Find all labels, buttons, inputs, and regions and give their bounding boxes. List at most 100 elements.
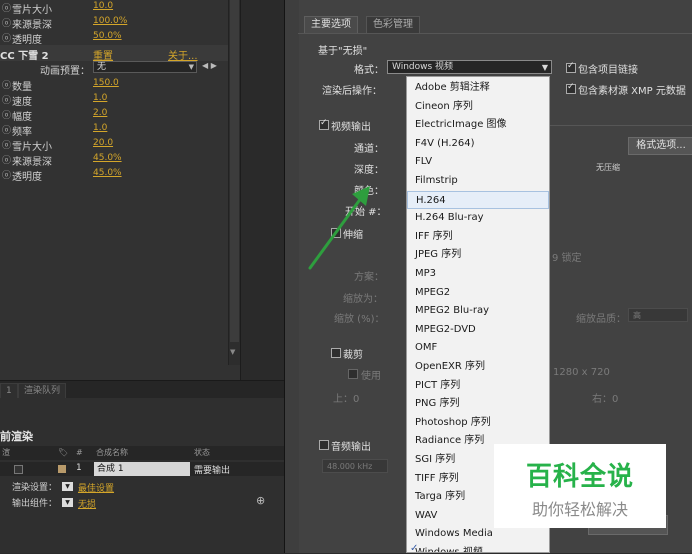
use-region-checkbox[interactable] (348, 369, 358, 379)
prop-row[interactable]: ⓞ 透明度 45.0% (0, 167, 240, 183)
tab-main-options[interactable]: 主要选项 (304, 16, 358, 33)
render-checkbox[interactable] (14, 465, 23, 474)
stopwatch-icon[interactable]: ⓞ (2, 16, 11, 29)
render-title: 前渲染 (0, 430, 33, 443)
prop-value[interactable]: 150.0 (93, 78, 119, 88)
about-link[interactable]: 关于... (168, 47, 198, 62)
prop-name: 雪片大小 (12, 142, 52, 153)
watermark-logo: 百科全说 助你轻松解决 (494, 444, 666, 528)
prop-row[interactable]: ⓞ 数量 150.0 (0, 77, 240, 93)
crop-top-field[interactable]: 上：0 (333, 390, 359, 405)
use-region-label: 使用 (361, 371, 381, 382)
after-render-label: 渲染后操作： (322, 86, 382, 97)
prop-value[interactable]: 45.0% (93, 153, 122, 163)
prop-value[interactable]: 45.0% (93, 168, 122, 178)
stretch-quality-select[interactable]: 高 (628, 308, 688, 322)
crop-right-field[interactable]: 右：0 (592, 390, 618, 405)
prop-name: 频率 (12, 127, 32, 138)
format-option[interactable]: Cineon 序列 (407, 98, 549, 116)
prop-value[interactable]: 1.0 (93, 93, 107, 103)
include-project-link-checkbox[interactable] (566, 61, 576, 73)
prop-value[interactable]: 20.0 (93, 138, 113, 148)
prop-value[interactable]: 100.0% (93, 16, 127, 26)
prop-value[interactable]: 2.0 (93, 108, 107, 118)
prop-value[interactable]: 1.0 (93, 123, 107, 133)
add-output-icon[interactable]: ⊕ (256, 494, 265, 507)
stopwatch-icon[interactable]: ⓞ (2, 138, 11, 151)
prop-row[interactable]: ⓞ 幅度 2.0 (0, 107, 240, 123)
prop-row[interactable]: ⓞ 来源景深 100.0% (0, 15, 240, 31)
audio-rate-select[interactable]: 48.000 kHz (322, 459, 388, 473)
format-option[interactable]: ElectricImage 图像 (407, 116, 549, 134)
prop-name: 透明度 (12, 35, 42, 46)
include-xmp-checkbox[interactable] (566, 82, 576, 94)
prop-row[interactable]: ⓞ 雪片大小 20.0 (0, 137, 240, 153)
stopwatch-icon[interactable]: ⓞ (2, 1, 11, 14)
stopwatch-icon[interactable]: ⓞ (2, 123, 11, 136)
prop-row[interactable]: ⓞ 透明度 50.0% (0, 30, 240, 46)
format-option[interactable]: JPEG 序列 (407, 246, 549, 264)
format-option[interactable]: F4V (H.264) (407, 135, 549, 153)
prop-row[interactable]: ⓞ 频率 1.0 (0, 122, 240, 138)
stopwatch-icon[interactable]: ⓞ (2, 78, 11, 91)
format-option[interactable]: OMF (407, 339, 549, 357)
effect-header[interactable]: CC 下雪 2 重置 关于... (0, 45, 240, 62)
format-option[interactable]: IFF 序列 (407, 228, 549, 246)
format-option[interactable]: Filmstrip (407, 172, 549, 190)
format-option[interactable]: Adobe 剪辑注释 (407, 79, 549, 97)
video-group-line (550, 125, 692, 126)
format-option[interactable]: H.264 Blu-ray (407, 209, 549, 227)
label-color-swatch[interactable] (58, 465, 66, 473)
format-option[interactable]: MPEG2 (407, 284, 549, 302)
crop-label: 裁剪 (343, 350, 363, 361)
render-queue-row[interactable]: 1 合成 1 需要输出 (0, 462, 284, 476)
format-select[interactable]: Windows 视频 ▼ (387, 60, 552, 74)
prop-value[interactable]: 10.0 (93, 1, 113, 11)
format-option-highlighted[interactable]: H.264 (407, 190, 549, 209)
render-settings-link[interactable]: 最佳设置 (78, 481, 114, 494)
scrollbar-thumb[interactable] (230, 0, 239, 342)
format-option[interactable]: Photoshop 序列 (407, 414, 549, 432)
tab-color-management[interactable]: 色彩管理 (366, 16, 420, 34)
tab-render-queue[interactable]: 渲染队列 (18, 383, 67, 399)
crop-size-label: 1280 x 720 (553, 367, 610, 378)
format-option[interactable]: PNG 序列 (407, 395, 549, 413)
tab-timeline[interactable]: 1 (0, 383, 18, 399)
output-module-label: 输出组件： (12, 499, 58, 509)
stretch-quality-value: 高 (633, 311, 641, 320)
format-option[interactable]: FLV (407, 153, 549, 171)
scroll-down-icon[interactable]: ▼ (230, 348, 235, 356)
prop-row[interactable]: ⓞ 来源景深 45.0% (0, 152, 240, 168)
col-comp-name: 合成名称 (96, 448, 128, 457)
prop-row[interactable]: ⓞ 速度 1.0 (0, 92, 240, 108)
stopwatch-icon[interactable]: ⓞ (2, 153, 11, 166)
audio-output-checkbox[interactable] (319, 440, 329, 450)
format-option[interactable]: PICT 序列 (407, 377, 549, 395)
format-option[interactable]: OpenEXR 序列 (407, 358, 549, 376)
stopwatch-icon[interactable]: ⓞ (2, 31, 11, 44)
prop-value[interactable]: 50.0% (93, 31, 122, 41)
preset-nav-arrows-icon[interactable]: ◀ ▶ (202, 61, 217, 70)
comp-name-cell[interactable]: 合成 1 (94, 462, 190, 476)
format-option[interactable]: MPEG2-DVD (407, 321, 549, 339)
video-output-checkbox[interactable] (319, 118, 329, 130)
output-module-link[interactable]: 无损 (78, 497, 96, 510)
format-options-button[interactable]: 格式选项... (628, 137, 692, 155)
include-project-link-label: 包含项目链接 (578, 65, 638, 76)
reset-link[interactable]: 重置 (93, 47, 113, 62)
render-settings-dropdown-icon[interactable]: ▼ (62, 482, 73, 491)
stopwatch-icon[interactable]: ⓞ (2, 168, 11, 181)
stopwatch-icon[interactable]: ⓞ (2, 93, 11, 106)
format-option-checked[interactable]: Windows 视频 (407, 544, 549, 552)
audio-rate-value: 48.000 kHz (327, 462, 373, 471)
video-output-label: 视频输出 (331, 122, 371, 133)
format-option[interactable]: Windows Media (407, 525, 549, 543)
preset-select[interactable]: 无 ▼ (93, 61, 197, 73)
prop-row[interactable]: ⓞ 雪片大小 10.0 (0, 0, 240, 16)
format-option[interactable]: MPEG2 Blu-ray (407, 302, 549, 320)
output-module-dropdown-icon[interactable]: ▼ (62, 498, 73, 507)
stopwatch-icon[interactable]: ⓞ (2, 108, 11, 121)
format-option[interactable]: MP3 (407, 265, 549, 283)
col-render: 渲 (2, 448, 10, 457)
crop-checkbox[interactable] (331, 348, 341, 358)
